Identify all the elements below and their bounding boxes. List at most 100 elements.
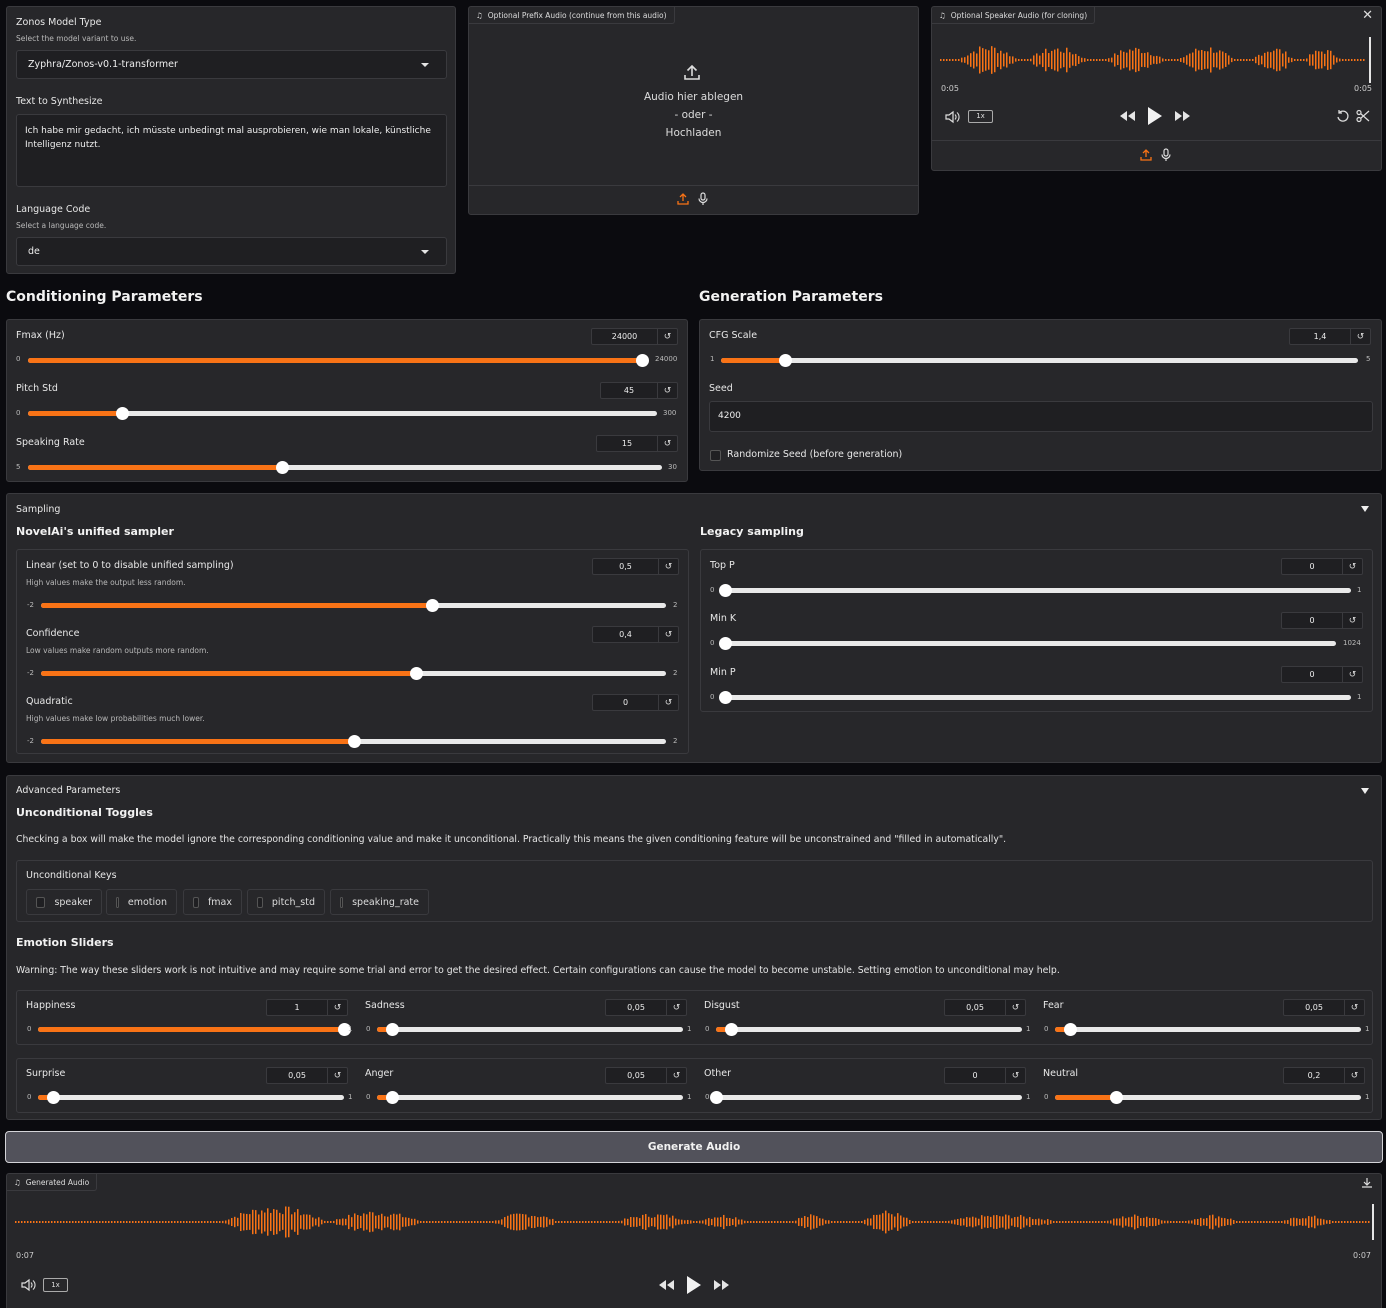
- fast-forward-icon[interactable]: [1174, 109, 1192, 123]
- min-k-number[interactable]: 0 ↺: [1281, 612, 1363, 629]
- reset-icon[interactable]: ↺: [666, 1068, 686, 1083]
- emotion-slider[interactable]: [1055, 1023, 1361, 1036]
- reset-icon[interactable]: ↺: [1342, 667, 1362, 682]
- fmax-slider[interactable]: [28, 354, 649, 367]
- reset-icon[interactable]: ↺: [1344, 1000, 1364, 1015]
- speaking-rate-toggle[interactable]: speaking_rate: [330, 889, 429, 915]
- pitch-std-number[interactable]: 45 ↺: [600, 382, 678, 399]
- scissors-icon[interactable]: [1356, 109, 1370, 123]
- emotion-number[interactable]: 0,05 ↺: [944, 999, 1026, 1016]
- confidence-slider[interactable]: [41, 667, 666, 680]
- download-icon[interactable]: [1361, 1177, 1373, 1189]
- reset-icon[interactable]: [1336, 109, 1350, 123]
- prefix-audio-dropzone[interactable]: Audio hier ablegen - oder - Hochladen: [469, 25, 918, 185]
- min-p-number[interactable]: 0 ↺: [1281, 666, 1363, 683]
- emotion-slider[interactable]: [377, 1023, 683, 1036]
- fmax-number[interactable]: 24000 ↺: [591, 328, 678, 345]
- microphone-icon[interactable]: [1160, 148, 1172, 162]
- collapse-triangle-icon[interactable]: [1361, 506, 1369, 512]
- waveform-bar: [888, 1213, 890, 1231]
- close-icon[interactable]: ✕: [1362, 8, 1373, 23]
- speaker-toggle[interactable]: speaker: [26, 889, 102, 915]
- reset-icon[interactable]: ↺: [1344, 1068, 1364, 1083]
- language-dropdown[interactable]: de: [16, 237, 447, 266]
- linear-slider[interactable]: [41, 599, 666, 612]
- min-p-slider[interactable]: [719, 691, 1351, 704]
- reset-icon[interactable]: ↺: [657, 436, 677, 451]
- emotion-number[interactable]: 0,05 ↺: [266, 1067, 348, 1084]
- emotion-number[interactable]: 1 ↺: [266, 999, 348, 1016]
- reset-icon[interactable]: ↺: [658, 695, 678, 710]
- reset-icon[interactable]: ↺: [1342, 559, 1362, 574]
- advanced-title[interactable]: Advanced Parameters: [16, 785, 120, 796]
- emotion-slider[interactable]: [377, 1091, 683, 1104]
- waveform-bar: [1059, 1221, 1061, 1223]
- upload-icon[interactable]: [1140, 149, 1152, 161]
- emotion-slider[interactable]: [38, 1091, 344, 1104]
- linear-number[interactable]: 0,5 ↺: [592, 558, 679, 575]
- sampling-title[interactable]: Sampling: [16, 504, 60, 515]
- pitch-std-slider[interactable]: [28, 407, 657, 420]
- quadratic-number[interactable]: 0 ↺: [592, 694, 679, 711]
- fast-forward-icon[interactable]: [713, 1278, 731, 1292]
- reset-icon[interactable]: ↺: [1350, 329, 1370, 344]
- text-input[interactable]: Ich habe mir gedacht, ich müsste unbedin…: [16, 114, 447, 187]
- min-k-slider[interactable]: [719, 637, 1336, 650]
- waveform-bar: [1180, 58, 1182, 62]
- reset-icon[interactable]: ↺: [658, 627, 678, 642]
- emotion-min: 0: [1044, 1025, 1049, 1033]
- waveform-bar: [1083, 1221, 1085, 1223]
- randomize-seed-checkbox[interactable]: [710, 450, 721, 461]
- cfg-scale-number[interactable]: 1,4 ↺: [1289, 328, 1371, 345]
- seed-input[interactable]: 4200: [709, 401, 1373, 432]
- waveform-bar: [1000, 50, 1002, 70]
- reset-icon[interactable]: ↺: [327, 1000, 347, 1015]
- reset-icon[interactable]: ↺: [658, 559, 678, 574]
- playback-speed-button[interactable]: 1x: [968, 110, 993, 123]
- reset-icon[interactable]: ↺: [657, 329, 677, 344]
- top-p-number[interactable]: 0 ↺: [1281, 558, 1363, 575]
- reset-icon[interactable]: ↺: [1005, 1000, 1025, 1015]
- top-p-slider[interactable]: [719, 584, 1351, 597]
- confidence-number[interactable]: 0,4 ↺: [592, 626, 679, 643]
- upload-icon[interactable]: [677, 193, 689, 205]
- cfg-scale-slider[interactable]: [721, 354, 1358, 367]
- emotion-number[interactable]: 0,2 ↺: [1283, 1067, 1365, 1084]
- generate-audio-button[interactable]: Generate Audio: [5, 1131, 1383, 1163]
- emotion-number[interactable]: 0,05 ↺: [1283, 999, 1365, 1016]
- emotion-toggle[interactable]: emotion: [106, 889, 177, 915]
- reset-icon[interactable]: ↺: [1342, 613, 1362, 628]
- emotion-slider[interactable]: [38, 1023, 351, 1036]
- emotion-number[interactable]: 0,05 ↺: [605, 1067, 687, 1084]
- emotion-number[interactable]: 0 ↺: [944, 1067, 1026, 1084]
- waveform-bar: [333, 1220, 335, 1224]
- reset-icon[interactable]: ↺: [666, 1000, 686, 1015]
- microphone-icon[interactable]: [697, 192, 709, 206]
- emotion-number[interactable]: 0,05 ↺: [605, 999, 687, 1016]
- speaking-rate-slider[interactable]: [28, 461, 662, 474]
- volume-icon[interactable]: [944, 110, 960, 124]
- quadratic-slider[interactable]: [41, 735, 666, 748]
- emotion-slider[interactable]: [710, 1091, 1022, 1104]
- fmax-toggle[interactable]: fmax: [183, 889, 242, 915]
- rewind-icon[interactable]: [1118, 109, 1136, 123]
- reset-icon[interactable]: ↺: [1005, 1068, 1025, 1083]
- play-icon[interactable]: [685, 1274, 703, 1296]
- emotion-slider[interactable]: [716, 1023, 1022, 1036]
- speaker-waveform[interactable]: [940, 35, 1372, 85]
- reset-icon[interactable]: ↺: [657, 383, 677, 398]
- reset-icon[interactable]: ↺: [327, 1068, 347, 1083]
- collapse-triangle-icon[interactable]: [1361, 788, 1369, 794]
- play-icon[interactable]: [1146, 105, 1164, 127]
- speaking-rate-number[interactable]: 15 ↺: [596, 435, 678, 452]
- emotion-slider[interactable]: [1055, 1091, 1361, 1104]
- model-type-dropdown[interactable]: Zyphra/Zonos-v0.1-transformer: [16, 50, 447, 79]
- volume-icon[interactable]: [20, 1278, 36, 1292]
- waveform-bar: [813, 1215, 815, 1229]
- waveform-bar: [1072, 54, 1074, 66]
- generated-waveform[interactable]: [15, 1202, 1375, 1242]
- playback-speed-button[interactable]: 1x: [43, 1278, 68, 1292]
- pitch-std-toggle[interactable]: pitch_std: [247, 889, 325, 915]
- rewind-icon[interactable]: [657, 1278, 675, 1292]
- waveform-bar: [237, 1217, 239, 1227]
